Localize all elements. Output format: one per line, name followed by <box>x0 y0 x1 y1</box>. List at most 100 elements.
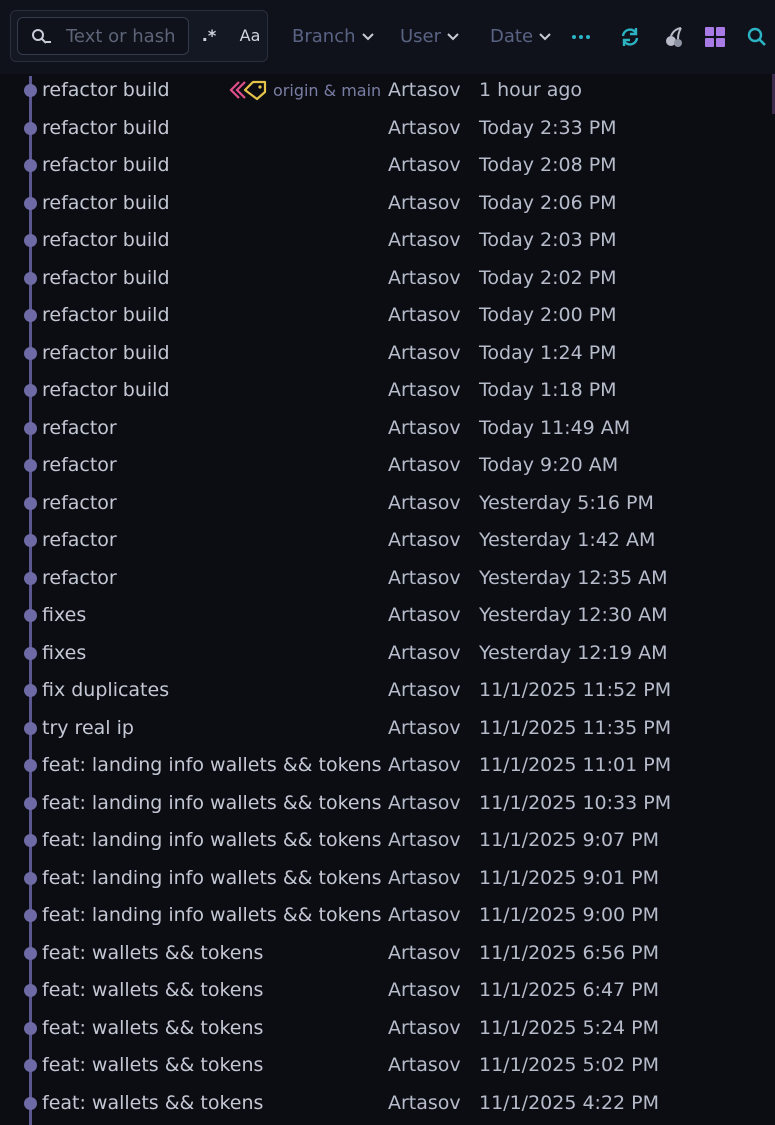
search-field[interactable] <box>17 17 189 55</box>
commit-row[interactable]: refactor Artasov Today 11:49 AM <box>14 410 775 447</box>
commit-date: 11/1/2025 4:22 PM <box>479 1091 660 1114</box>
branch-filter-dropdown[interactable]: Branch <box>292 25 374 49</box>
commit-date: 11/1/2025 11:01 PM <box>479 754 672 776</box>
commit-row[interactable]: refactor Artasov Yesterday 12:35 AM <box>14 560 775 597</box>
commit-row[interactable]: refactor build Artasov Today 2:33 PM <box>14 110 775 147</box>
commit-date: 11/1/2025 6:56 PM <box>479 941 660 964</box>
commit-row[interactable]: feat: landing info wallets && tokens Arta… <box>14 860 775 897</box>
commit-row[interactable]: fixes Artasov Yesterday 12:19 AM <box>14 635 775 672</box>
commit-message: fix duplicates <box>42 679 170 701</box>
commit-row[interactable]: fixes Artasov Yesterday 12:30 AM <box>14 597 775 634</box>
commit-date: 11/1/2025 11:35 PM <box>479 716 672 739</box>
commit-row[interactable]: feat: wallets && tokens Artasov 11/1/2025 … <box>14 935 775 972</box>
commit-message: refactor build <box>42 379 170 401</box>
user-filter-dropdown[interactable]: User <box>400 25 459 49</box>
commit-row[interactable]: feat: landing info wallets && tokens Arta… <box>14 897 775 934</box>
commit-row[interactable]: refactor Artasov Yesterday 1:42 AM <box>14 522 775 559</box>
commit-row[interactable]: try real ip Artasov 11/1/2025 11:35 PM <box>14 710 775 747</box>
commit-row[interactable]: refactor build Artasov Today 2:02 PM <box>14 260 775 297</box>
search-input[interactable] <box>66 24 184 48</box>
commit-message: refactor <box>42 416 117 439</box>
commit-node-icon <box>24 871 37 885</box>
commit-message: feat: landing info wallets && tokens <box>42 791 382 814</box>
commit-row[interactable]: refactor build Artasov Today 2:08 PM <box>14 147 775 184</box>
commit-row[interactable]: refactor build origin & main Artasov 1 hour… <box>14 72 775 109</box>
commit-date: Today 2:08 PM <box>479 154 617 176</box>
commit-node-icon <box>24 496 37 510</box>
commit-row[interactable]: refactor build Artasov Today 1:18 PM <box>14 372 775 409</box>
commit-message: feat: landing info wallets && tokens <box>42 866 382 889</box>
commit-row[interactable]: refactor build Artasov Today 1:24 PM <box>14 335 775 372</box>
commit-node-icon <box>24 534 37 547</box>
commit-message: feat: wallets && tokens <box>42 1016 264 1039</box>
commit-row[interactable]: feat: wallets && tokens Artasov 11/1/2025 … <box>14 1010 775 1047</box>
commit-node-icon <box>24 834 37 847</box>
commit-message: refactor build <box>42 229 170 251</box>
commit-message: refactor build <box>42 266 170 289</box>
commit-date: 11/1/2025 5:24 PM <box>479 1016 660 1039</box>
commit-node-icon <box>24 571 37 585</box>
commit-row[interactable]: feat: landing info wallets && tokens Arta… <box>14 785 775 822</box>
commit-node-icon <box>24 234 37 247</box>
ref-label[interactable]: origin & main <box>273 72 381 109</box>
commit-row[interactable]: feat: wallets && tokens Artasov 11/1/2025 … <box>14 972 775 1009</box>
commit-date: Yesterday 12:35 AM <box>479 566 668 589</box>
commit-node-icon <box>24 271 37 285</box>
date-filter-dropdown[interactable]: Date <box>490 25 551 49</box>
commit-date: Today 2:33 PM <box>479 116 617 139</box>
commit-author: Artasov <box>388 904 461 926</box>
commit-message: try real ip <box>42 716 134 739</box>
commit-node-icon <box>24 721 37 735</box>
commit-author: Artasov <box>388 341 461 364</box>
regex-icon[interactable]: .* <box>197 24 221 48</box>
commit-message: feat: wallets && tokens <box>42 1091 264 1114</box>
commit-row[interactable]: feat: wallets && tokens Artasov 11/1/2025 … <box>14 1047 775 1084</box>
commit-date: Today 2:00 PM <box>479 304 617 326</box>
commit-message: feat: landing info wallets && tokens <box>42 829 382 851</box>
search-icon[interactable] <box>745 25 769 49</box>
date-filter-label: Date <box>490 26 534 47</box>
commit-author: Artasov <box>388 791 461 814</box>
commit-author: Artasov <box>388 679 461 701</box>
commit-row[interactable]: feat: landing info wallets && tokens Arta… <box>14 747 775 784</box>
commit-date: Today 1:18 PM <box>479 379 617 401</box>
commit-row[interactable]: feat: landing info wallets && tokens Arta… <box>14 822 775 859</box>
commit-date: Today 11:49 AM <box>479 416 631 439</box>
commit-date: Today 2:03 PM <box>479 229 617 251</box>
refresh-icon[interactable] <box>618 25 642 49</box>
commit-message: refactor <box>42 491 117 514</box>
commit-node-icon <box>24 646 37 660</box>
match-case-button[interactable]: Aa <box>236 24 264 48</box>
commit-message: refactor build <box>42 154 170 176</box>
cherry-pick-icon[interactable] <box>662 25 686 49</box>
more-horizontal-icon[interactable] <box>569 25 593 49</box>
commit-author: Artasov <box>388 1091 461 1114</box>
commit-date: Today 1:24 PM <box>479 341 617 364</box>
commit-message: refactor build <box>42 116 170 139</box>
commit-row[interactable]: refactor Artasov Yesterday 5:16 PM <box>14 485 775 522</box>
commit-row[interactable]: refactor Artasov Today 9:20 AM <box>14 447 775 484</box>
commit-date: 11/1/2025 5:02 PM <box>479 1054 660 1076</box>
commit-date: Today 2:02 PM <box>479 266 617 289</box>
grid-layout-icon[interactable] <box>703 25 727 49</box>
commit-date: 11/1/2025 11:52 PM <box>479 679 672 701</box>
commit-author: Artasov <box>388 454 461 476</box>
commit-row[interactable]: refactor build Artasov Today 2:03 PM <box>14 222 775 259</box>
commit-message: feat: landing info wallets && tokens <box>42 904 382 926</box>
branch-tag-icon <box>229 80 267 101</box>
commit-row[interactable]: refactor build Artasov Today 2:00 PM <box>14 297 775 334</box>
commit-message: refactor build <box>42 191 170 214</box>
commit-author: Artasov <box>388 491 461 514</box>
commit-message: refactor <box>42 529 117 551</box>
commit-date: 11/1/2025 9:00 PM <box>479 904 660 926</box>
search-icon <box>32 29 51 44</box>
commit-node-icon <box>24 159 37 172</box>
commit-row[interactable]: refactor build Artasov Today 2:06 PM <box>14 185 775 222</box>
branch-filter-label: Branch <box>292 26 356 47</box>
commit-row[interactable]: feat: wallets && tokens Artasov 11/1/2025 … <box>14 1085 775 1122</box>
commit-date: 11/1/2025 9:01 PM <box>479 866 660 889</box>
commit-date: 1 hour ago <box>479 79 583 101</box>
commit-node-icon <box>24 309 37 322</box>
commit-row[interactable]: fix duplicates Artasov 11/1/2025 11:52 PM <box>14 672 775 709</box>
commit-message: fixes <box>42 604 87 626</box>
